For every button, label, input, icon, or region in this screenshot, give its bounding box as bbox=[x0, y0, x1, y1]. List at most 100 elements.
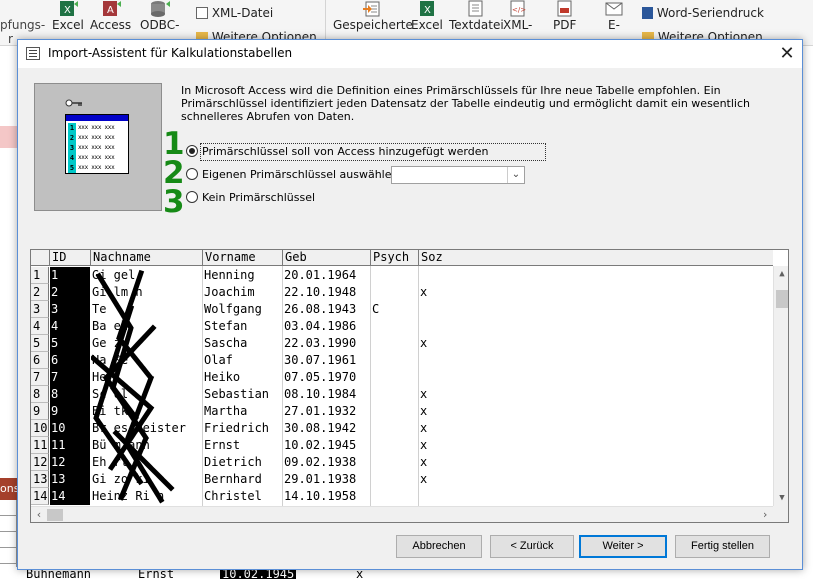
svg-text:X: X bbox=[424, 5, 431, 16]
ribbon-export-excel[interactable]: X Excel bbox=[411, 0, 443, 32]
cell-soz: x bbox=[420, 336, 428, 350]
illustration-row-text: xxx xxx xxx bbox=[78, 164, 115, 171]
pdf-icon bbox=[557, 0, 572, 17]
step-number-3: 3 bbox=[163, 184, 185, 220]
description-line: In Microsoft Access wird die Definition … bbox=[181, 84, 721, 97]
cell-geb: 07.05.1970 bbox=[284, 370, 357, 384]
excel-icon: X bbox=[419, 1, 434, 16]
option-no-key[interactable]: Kein Primärschlüssel bbox=[186, 189, 336, 207]
cell-vorname: Christel bbox=[204, 489, 262, 503]
illustration-row-number: 2 bbox=[68, 133, 76, 143]
illustration-row-text: xxx xxx xxx bbox=[78, 134, 115, 141]
row-number: 4 bbox=[31, 318, 49, 335]
ribbon-import-odbc[interactable]: ODBC- bbox=[140, 0, 179, 32]
cell-soz: x bbox=[420, 285, 428, 299]
ribbon-import-access[interactable]: A Access bbox=[90, 0, 131, 32]
cell-psych bbox=[371, 471, 419, 488]
cell-psych: C bbox=[372, 302, 380, 316]
illustration-row-text: xxx xxx xxx bbox=[78, 144, 115, 151]
column-header-nachname[interactable]: Nachname bbox=[91, 250, 203, 266]
ribbon-xml-file[interactable]: XML-Datei bbox=[196, 6, 273, 20]
next-button[interactable]: Weiter > bbox=[579, 535, 667, 558]
chevron-down-icon[interactable]: ⌄ bbox=[507, 167, 524, 183]
cell-geb: 03.04.1986 bbox=[284, 319, 357, 333]
back-button[interactable]: < Zurück bbox=[490, 535, 574, 558]
ribbon-export-excel-label: Excel bbox=[411, 18, 443, 32]
cell-soz bbox=[419, 352, 479, 369]
focus-indicator bbox=[200, 143, 546, 161]
cell-id: 3 bbox=[50, 301, 90, 318]
description-line: Primärschlüssel identifiziert jeden Date… bbox=[181, 97, 750, 110]
vertical-scrollbar[interactable]: ▲ ▼ bbox=[773, 266, 788, 506]
background-grid bbox=[0, 500, 17, 567]
textfile-icon bbox=[468, 0, 483, 17]
ribbon-export-saved[interactable]: Gespeicherte bbox=[333, 0, 413, 32]
cell-id: 13 bbox=[50, 471, 90, 488]
dialog-titlebar[interactable]: Import-Assistent für Kalkulationstabelle… bbox=[18, 40, 802, 68]
primary-key-description: In Microsoft Access wird die Definition … bbox=[181, 84, 751, 123]
ribbon-export-email[interactable]: E- bbox=[603, 0, 625, 32]
finish-button[interactable]: Fertig stellen bbox=[675, 535, 770, 558]
cell-vorname: Friedrich bbox=[204, 421, 270, 435]
saved-exports-icon bbox=[362, 1, 380, 17]
column-divider bbox=[202, 266, 203, 506]
column-header-vorname[interactable]: Vorname bbox=[203, 250, 283, 266]
vertical-scroll-thumb[interactable] bbox=[776, 290, 788, 308]
cell-soz bbox=[419, 318, 479, 335]
ribbon-export-xml-label: XML- bbox=[503, 18, 533, 32]
column-divider bbox=[418, 266, 419, 506]
column-header-geb[interactable]: Geb bbox=[283, 250, 371, 266]
cell-psych bbox=[371, 454, 419, 471]
close-button[interactable]: ✕ bbox=[772, 40, 802, 68]
column-divider bbox=[282, 266, 283, 506]
column-header-psych[interactable]: Psych bbox=[371, 250, 419, 266]
background-selected-tab bbox=[0, 126, 17, 148]
option-choose-own-key-label: Eigenen Primärschlüssel auswählen bbox=[202, 168, 399, 181]
cell-soz: x bbox=[420, 438, 428, 452]
scroll-left-icon[interactable]: ‹ bbox=[31, 507, 47, 522]
cell-geb: 30.07.1961 bbox=[284, 353, 357, 367]
row-number: 6 bbox=[31, 352, 49, 369]
horizontal-scroll-thumb[interactable] bbox=[47, 509, 63, 521]
ribbon-export-pdf[interactable]: PDF bbox=[553, 0, 576, 32]
ribbon-export-xml[interactable]: </> XML- bbox=[503, 0, 532, 32]
column-header-id[interactable]: ID bbox=[50, 250, 91, 266]
cell-geb: 09.02.1938 bbox=[284, 455, 357, 469]
scroll-down-icon[interactable]: ▼ bbox=[774, 490, 788, 506]
illustration-row-number: 4 bbox=[68, 153, 76, 163]
option-access-adds-key[interactable]: Primärschlüssel soll von Access hinzugef… bbox=[186, 143, 546, 161]
radio-access-adds-key[interactable] bbox=[186, 145, 198, 157]
ribbon-word-merge-label: Word-Seriendruck bbox=[656, 6, 764, 20]
column-header-soz[interactable]: Soz bbox=[419, 250, 773, 266]
cell-geb: 26.08.1943 bbox=[284, 302, 357, 316]
scroll-up-icon[interactable]: ▲ bbox=[774, 266, 788, 282]
radio-choose-own-key[interactable] bbox=[186, 168, 198, 180]
cell-id: 6 bbox=[50, 352, 90, 369]
illustration-row-number: 1 bbox=[68, 123, 76, 133]
radio-no-key[interactable] bbox=[186, 191, 198, 203]
ribbon-export-textfile[interactable]: Textdatei bbox=[449, 0, 504, 32]
row-number: 2 bbox=[31, 284, 49, 301]
row-number: 3 bbox=[31, 301, 49, 318]
ribbon-import-excel-label: Excel bbox=[52, 18, 84, 32]
ribbon-word-merge[interactable]: Word-Seriendruck bbox=[642, 6, 764, 20]
cell-geb: 27.01.1932 bbox=[284, 404, 357, 418]
horizontal-scrollbar[interactable]: ‹ › bbox=[31, 506, 773, 522]
primary-key-field-select[interactable]: ⌄ bbox=[391, 166, 525, 184]
ribbon-import-excel[interactable]: X Excel bbox=[52, 0, 84, 32]
cell-psych bbox=[371, 318, 419, 335]
scroll-right-icon[interactable]: › bbox=[757, 507, 773, 522]
cancel-button[interactable]: Abbrechen bbox=[396, 535, 482, 558]
key-icon bbox=[65, 99, 82, 107]
illustration-row-number: 5 bbox=[68, 163, 76, 173]
cell-psych bbox=[371, 284, 419, 301]
data-preview-grid[interactable]: ID Nachname Vorname Geb Psych Soz 1 1 Gi g… bbox=[30, 249, 789, 523]
description-line: schnelleres Abrufen von Daten. bbox=[181, 110, 355, 123]
cell-soz: x bbox=[420, 387, 428, 401]
option-no-key-label: Kein Primärschlüssel bbox=[202, 191, 316, 204]
ribbon-export-textfile-label: Textdatei bbox=[449, 18, 504, 32]
cell-id: 5 bbox=[50, 335, 90, 352]
option-choose-own-key[interactable]: Eigenen Primärschlüssel auswählen bbox=[186, 166, 399, 184]
cell-id: 8 bbox=[50, 386, 90, 403]
cell-id: 1 bbox=[50, 267, 90, 284]
